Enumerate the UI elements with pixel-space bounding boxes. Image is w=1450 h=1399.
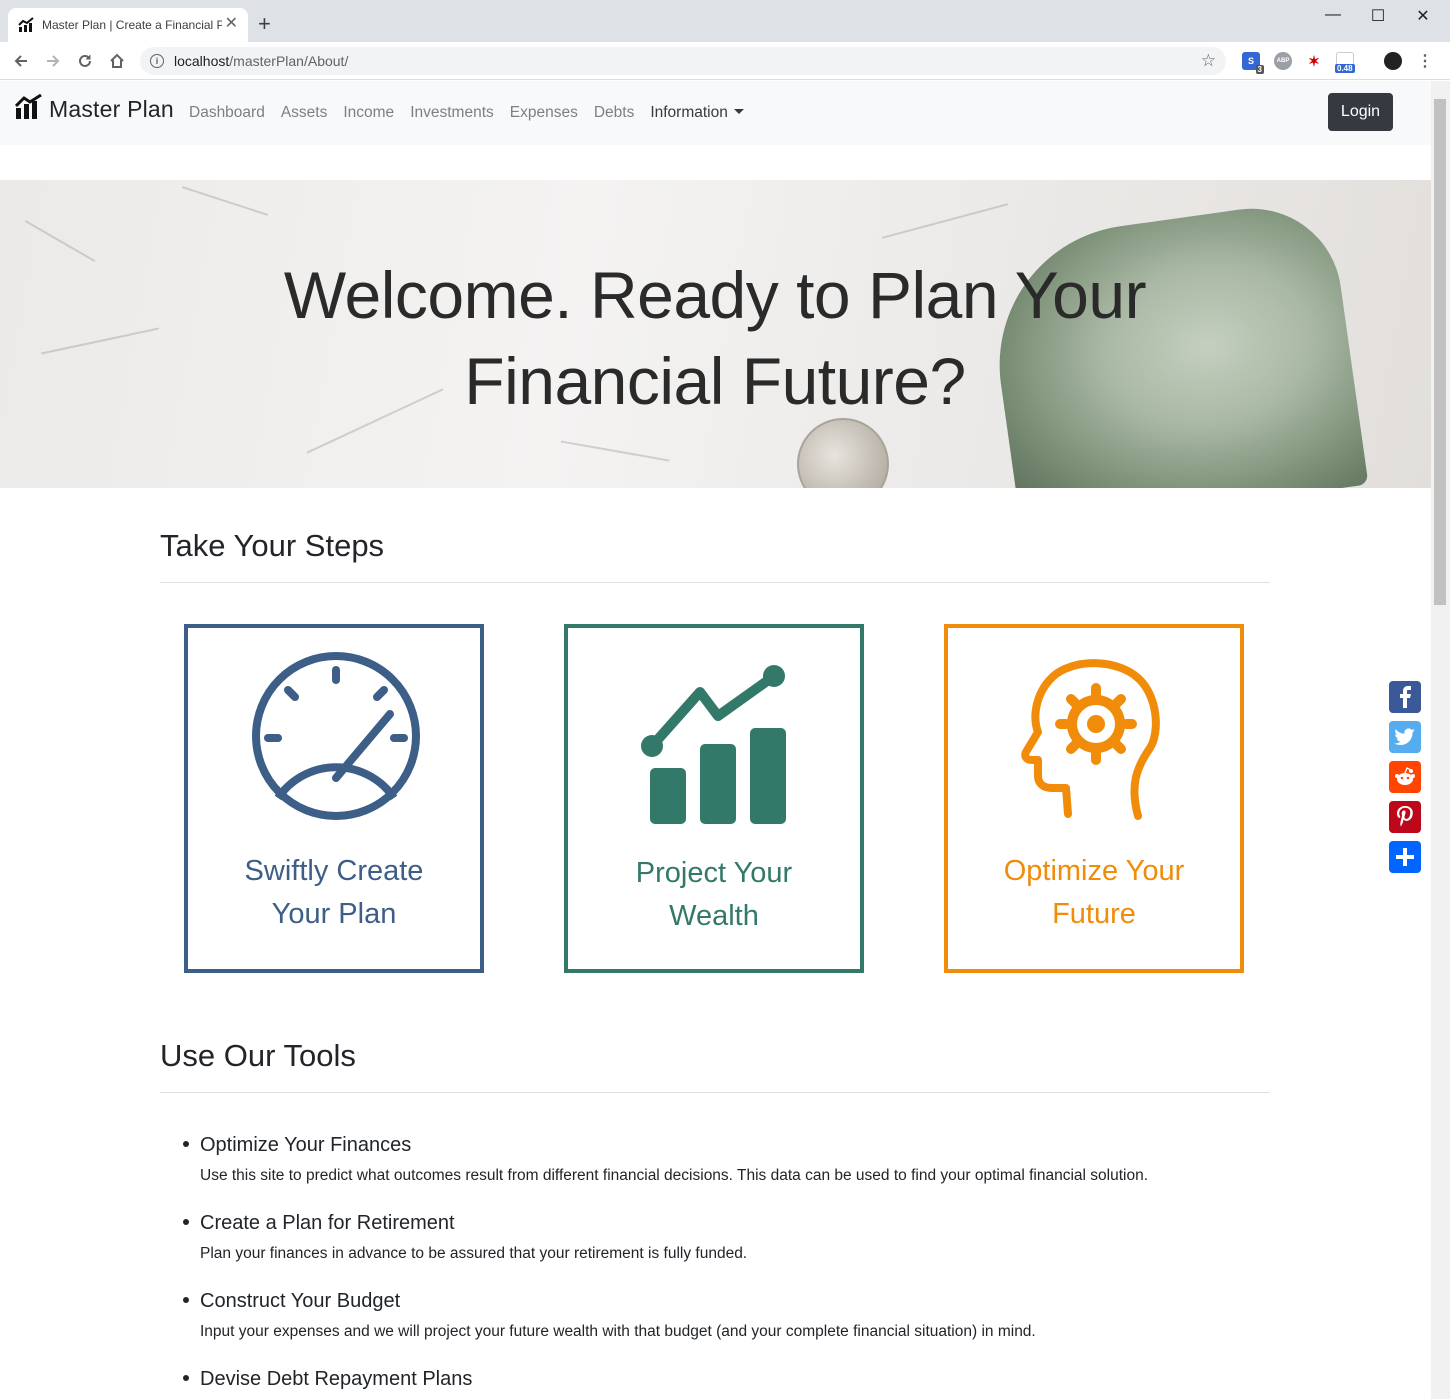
speed-badge: 0.48 [1335,64,1355,73]
master-plan-favicon-icon [18,17,34,33]
step-label-optimize-future: Optimize Your Future [948,850,1240,936]
nav-link-investments[interactable]: Investments [410,104,494,122]
steps-divider [160,582,1270,583]
reddit-icon[interactable] [1389,761,1421,793]
tool-description: Use this site to predict what outcomes r… [200,1167,1149,1184]
tool-description: Plan your finances in advance to be assu… [200,1245,748,1262]
tab-close-icon[interactable]: ✕ [225,16,238,32]
tool-description: Input your expenses and we will project … [200,1323,1036,1340]
nav-link-income[interactable]: Income [343,104,394,122]
bug-extension-icon[interactable]: ✶ [1305,52,1323,70]
profile-avatar-icon[interactable] [1384,52,1402,70]
step-label-line-1: Swiftly Create [244,855,424,887]
nav-dropdown-label: Information [650,104,728,121]
hero-heading-line-2: Financial Future? [464,344,966,418]
reload-icon[interactable] [74,50,96,72]
browser-tab[interactable]: Master Plan | Create a Financial P ✕ [8,8,248,42]
new-tab-icon[interactable]: + [258,13,271,35]
hero-banner: Welcome. Ready to Plan Your Financial Fu… [0,180,1431,488]
marble-vein [881,203,1009,239]
growth-chart-icon [638,658,798,833]
extension-badge: 3 [1255,65,1264,74]
bookmark-star-icon[interactable]: ☆ [1201,51,1216,71]
steps-section-title: Take Your Steps [160,528,385,563]
pinterest-icon[interactable] [1389,801,1421,833]
list-item: Construct Your Budget Input your expense… [183,1287,1270,1345]
address-bar[interactable]: i localhost/masterPlan/About/ ☆ [140,47,1226,75]
scrollbar-thumb[interactable] [1434,99,1446,605]
list-item: Optimize Your Finances Use this site to … [183,1131,1270,1189]
brand-name: Master Plan [49,96,174,122]
page-scrollbar[interactable] [1431,81,1450,1399]
login-button[interactable]: Login [1328,93,1393,131]
menu-kebab-icon[interactable]: ⋮ [1416,52,1434,70]
brand-logo-icon [14,93,43,125]
marble-vein [560,440,670,462]
site-info-icon[interactable]: i [150,54,164,68]
step-label-project-wealth: Project Your Wealth [568,852,860,938]
adblock-icon[interactable]: ABP [1274,52,1292,70]
nav-links: Dashboard Assets Income Investments Expe… [189,104,760,122]
browser-toolbar: i localhost/masterPlan/About/ ☆ S3 ABP ✶… [0,42,1450,80]
tool-title: Devise Debt Repayment Plans [200,1368,473,1390]
window-close-icon[interactable]: ✕ [1408,6,1438,26]
site-navbar: Master Plan Dashboard Assets Income Inve… [0,81,1431,145]
back-arrow-icon[interactable] [10,50,32,72]
tool-title: Optimize Your Finances [200,1134,412,1156]
forward-arrow-icon[interactable] [42,50,64,72]
url-path: /masterPlan/About/ [229,53,349,69]
brand[interactable]: Master Plan [14,93,174,125]
step-label-create-plan: Swiftly Create Your Plan [188,850,480,936]
marble-vein [181,186,269,216]
step-label-line-2: Wealth [669,900,759,932]
browser-tab-strip: Master Plan | Create a Financial P ✕ + —… [0,0,1450,42]
marble-vein [24,220,96,262]
step-label-line-1: Optimize Your [1003,855,1185,887]
tools-list: Optimize Your Finances Use this site to … [183,1131,1270,1399]
nav-link-assets[interactable]: Assets [281,104,328,122]
speed-extension-icon[interactable]: 0.48 [1335,52,1355,73]
tab-title: Master Plan | Create a Financial P [42,18,222,32]
page-viewport: Master Plan Dashboard Assets Income Inve… [0,81,1431,1399]
step-card-optimize-future[interactable]: Optimize Your Future [944,624,1244,973]
nav-link-debts[interactable]: Debts [594,104,635,122]
social-share-bar [1389,681,1422,881]
step-label-line-2: Future [1052,898,1136,930]
head-gear-icon [1018,656,1168,826]
marble-vein [41,327,159,355]
hero-heading: Welcome. Ready to Plan Your Financial Fu… [215,252,1215,424]
nav-link-dashboard[interactable]: Dashboard [189,104,265,122]
nav-link-expenses[interactable]: Expenses [510,104,578,122]
url-host: localhost [174,53,230,69]
speedometer-icon [248,648,424,829]
step-label-line-1: Project Your [635,857,793,889]
tool-title: Create a Plan for Retirement [200,1212,455,1234]
caret-down-icon [733,109,744,114]
list-item: Devise Debt Repayment Plans [183,1365,1270,1393]
step-card-project-wealth[interactable]: Project Your Wealth [564,624,864,973]
extension-s-icon[interactable]: S3 [1242,52,1264,74]
facebook-icon[interactable] [1389,681,1421,713]
list-item: Create a Plan for Retirement Plan your f… [183,1209,1270,1267]
coin-image [797,418,889,488]
tool-title: Construct Your Budget [200,1290,401,1312]
maximize-icon[interactable]: ☐ [1363,6,1393,26]
step-label-line-2: Your Plan [271,898,397,930]
minimize-icon[interactable]: — [1318,6,1348,24]
home-icon[interactable] [106,50,128,72]
nav-dropdown-information[interactable]: Information [650,104,744,122]
share-plus-icon[interactable] [1389,841,1421,873]
tools-section-title: Use Our Tools [160,1038,356,1073]
tools-divider [160,1092,1270,1093]
step-card-create-plan[interactable]: Swiftly Create Your Plan [184,624,484,973]
twitter-icon[interactable] [1389,721,1421,753]
hero-heading-line-1: Welcome. Ready to Plan Your [283,258,1147,332]
